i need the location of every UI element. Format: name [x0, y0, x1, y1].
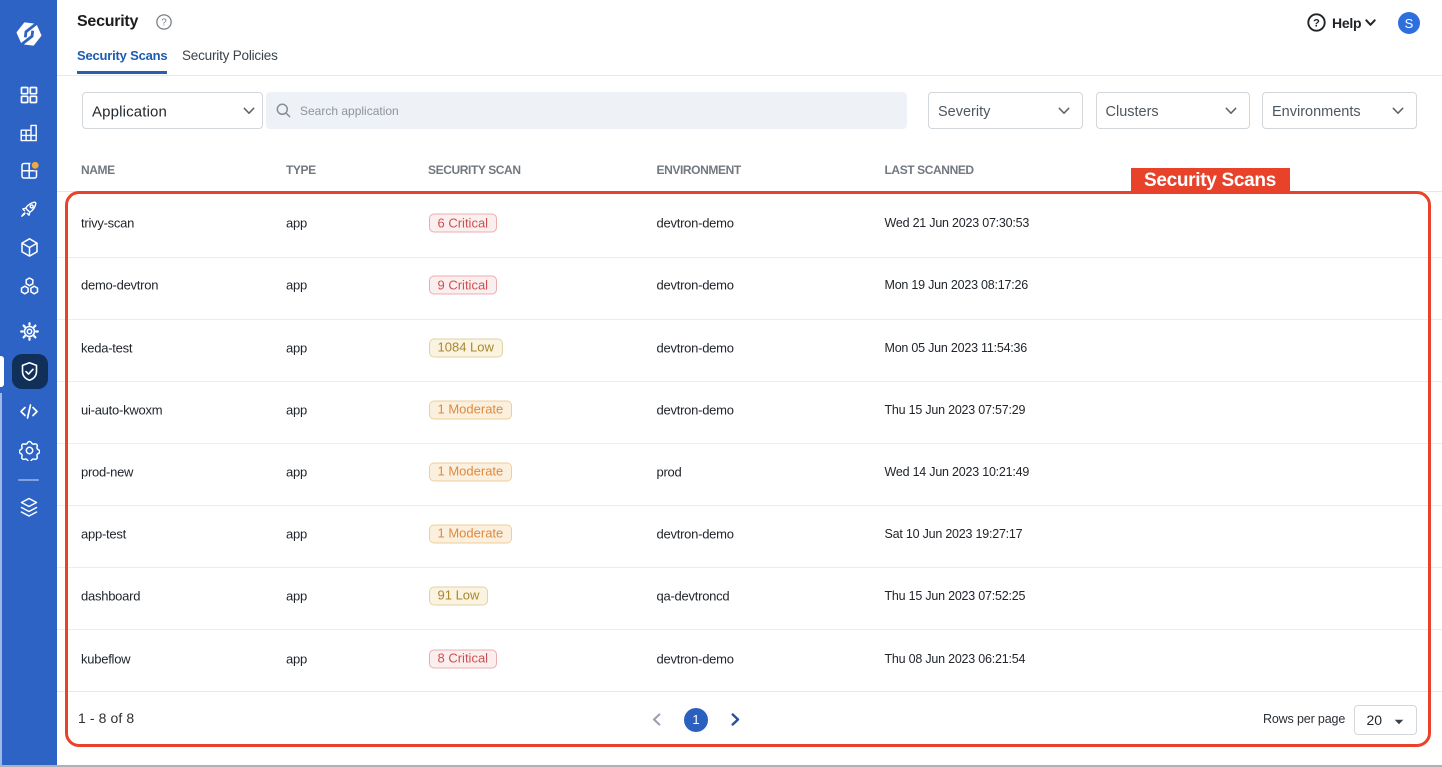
svg-text:?: ? — [1313, 18, 1320, 30]
svg-text:?: ? — [161, 17, 167, 28]
